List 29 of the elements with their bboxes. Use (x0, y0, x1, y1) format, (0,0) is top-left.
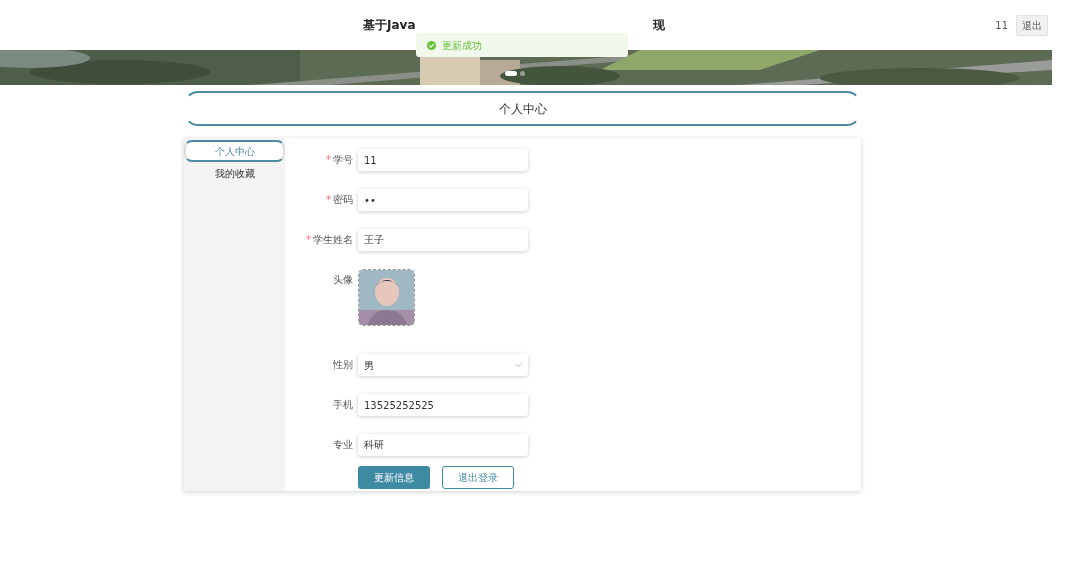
chevron-down-icon (515, 363, 522, 367)
logout-button[interactable]: 退出 (1016, 14, 1048, 36)
input-field[interactable]: 11 (358, 149, 528, 171)
field-label: 性别 (333, 358, 353, 372)
field-label: 学号 (333, 153, 353, 167)
field-label: 手机 (333, 398, 353, 412)
logout-button[interactable]: 退出登录 (442, 466, 514, 489)
site-title: 基于Java (363, 17, 416, 34)
username: 11 (995, 18, 1008, 33)
select-field[interactable]: 男 (358, 354, 528, 376)
sidebar-item[interactable]: 我的收藏 (184, 162, 285, 184)
required-mark: * (306, 233, 311, 247)
field-label: 学生姓名 (313, 233, 353, 247)
input-field[interactable]: •• (358, 189, 528, 211)
site-title: 现 (653, 17, 666, 34)
update-button[interactable]: 更新信息 (358, 466, 430, 489)
carousel-indicator[interactable] (520, 71, 525, 76)
required-mark: * (326, 193, 331, 207)
required-mark: * (326, 153, 331, 167)
input-field[interactable]: 王子 (358, 229, 528, 251)
input-field[interactable]: 13525252525 (358, 394, 528, 416)
carousel-indicator[interactable] (505, 71, 517, 76)
sidebar-item[interactable]: 个人中心 (184, 140, 285, 162)
field-label: 密码 (333, 193, 353, 207)
field-label: 专业 (333, 438, 353, 452)
input-field[interactable]: 科研 (358, 434, 528, 456)
toast-text: 更新成功 (442, 38, 482, 53)
success-icon (427, 40, 436, 50)
field-label: 头像 (333, 273, 353, 287)
